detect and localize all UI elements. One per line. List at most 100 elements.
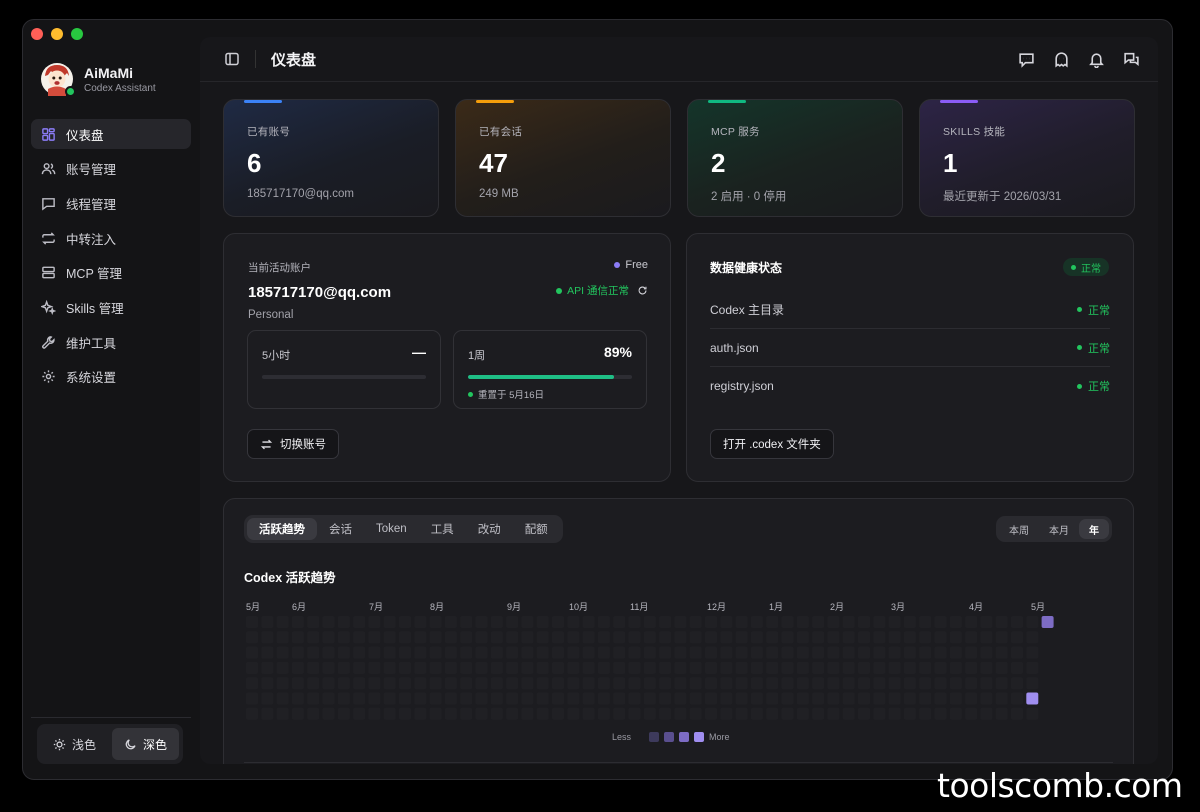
- heatmap-cell: [812, 677, 825, 690]
- message-icon[interactable]: [1018, 51, 1035, 68]
- heatmap-cell: [827, 661, 840, 674]
- bell-icon[interactable]: [1088, 51, 1105, 68]
- heatmap-cell: [643, 631, 656, 644]
- heatmap-cell: [536, 707, 549, 720]
- heatmap-cell: [490, 661, 503, 674]
- heatmap-cell: [643, 616, 656, 628]
- tab-quota[interactable]: 配额: [513, 518, 560, 540]
- heatmap-cell: [291, 707, 304, 720]
- heatmap-cell: [766, 616, 779, 628]
- plan-badge: Free: [614, 259, 648, 271]
- heatmap-cell: [919, 707, 932, 720]
- heatmap-cell: [965, 692, 978, 705]
- heatmap-cell: [536, 661, 549, 674]
- heatmap-cell: [888, 661, 901, 674]
- range-year[interactable]: 年: [1079, 519, 1109, 539]
- heatmap-cell: [643, 692, 656, 705]
- sidebar-item-mcp[interactable]: MCP 管理: [31, 258, 191, 288]
- reset-dot: [468, 391, 473, 397]
- health-row-name: registry.json: [710, 379, 774, 393]
- heatmap-cell: [444, 707, 457, 720]
- tab-activity-trend[interactable]: 活跃趋势: [247, 518, 317, 540]
- heatmap-cell: [322, 707, 335, 720]
- heatmap-cell: [291, 631, 304, 644]
- conversations-icon[interactable]: [1123, 51, 1140, 68]
- dark-theme-button[interactable]: 深色: [112, 728, 179, 760]
- heatmap-cell: [1026, 616, 1039, 628]
- heatmap-cell: [903, 631, 916, 644]
- health-row-status: 正常: [1077, 340, 1110, 356]
- heatmap-cell: [536, 646, 549, 659]
- sidebar-item-tools[interactable]: 维护工具: [31, 327, 191, 357]
- refresh-icon[interactable]: [637, 285, 648, 296]
- heatmap-cell: [368, 616, 381, 628]
- quota-title: 5小时: [262, 350, 291, 362]
- month-labels: 5月 6月 7月 8月 9月 10月 11月 12月 1月 2月 3月 4月 5…: [246, 600, 1113, 612]
- heatmap-cell: [720, 616, 733, 628]
- month-label: 6月: [292, 602, 307, 612]
- month-label: 4月: [969, 602, 984, 612]
- tab-changes[interactable]: 改动: [466, 518, 513, 540]
- heatmap-cell: [521, 631, 534, 644]
- heatmap-cell: [750, 677, 763, 690]
- wrench-icon: [42, 335, 55, 349]
- sidebar-item-settings[interactable]: 系统设置: [31, 362, 191, 392]
- sidebar-item-dashboard[interactable]: 仪表盘: [31, 119, 191, 149]
- moon-icon: [125, 738, 136, 749]
- heatmap-cell: [429, 661, 442, 674]
- heatmap-cell: [980, 616, 993, 628]
- tab-sessions[interactable]: 会话: [317, 518, 364, 540]
- heatmap-cell: [674, 646, 687, 659]
- sidebar: AiMaMi Codex Assistant 仪表盘 账号管理 线程管理 中转注…: [23, 20, 199, 779]
- heatmap-cell: [750, 707, 763, 720]
- heatmap-cell: [276, 616, 289, 628]
- quota-reset-label: 重置于 5月16日: [478, 390, 544, 401]
- open-codex-folder-button[interactable]: 打开 .codex 文件夹: [710, 429, 834, 459]
- heatmap-cell: [903, 677, 916, 690]
- heatmap-cell: [261, 677, 274, 690]
- sidebar-item-accounts[interactable]: 账号管理: [31, 154, 191, 184]
- health-row-name: Codex 主目录: [710, 303, 785, 317]
- sidebar-item-label: 线程管理: [66, 197, 117, 212]
- ghost-icon[interactable]: [1053, 51, 1070, 68]
- sidebar-item-skills[interactable]: Skills 管理: [31, 292, 191, 322]
- heatmap-cell-active: [1041, 616, 1054, 628]
- stat-card-mcp[interactable]: MCP 服务 2 2 启用 · 0 停用: [687, 99, 903, 217]
- heatmap-cell: [705, 677, 717, 690]
- heatmap-cell: [307, 661, 320, 674]
- stat-card-accounts[interactable]: 已有账号 6 185717170@qq.com: [223, 99, 439, 217]
- light-theme-button[interactable]: 浅色: [41, 728, 108, 760]
- heatmap-cell: [506, 707, 519, 720]
- heatmap-cell: [383, 677, 396, 690]
- status-dot: [1077, 345, 1082, 350]
- range-week[interactable]: 本周: [999, 519, 1039, 539]
- sidebar-toggle-icon[interactable]: [224, 51, 240, 67]
- tab-tools[interactable]: 工具: [419, 518, 466, 540]
- heatmap-cell: [735, 661, 748, 674]
- heatmap-cell: [276, 677, 289, 690]
- heatmap-cell: [735, 707, 748, 720]
- sidebar-item-label: 中转注入: [66, 232, 117, 247]
- heatmap-cell: [842, 631, 855, 644]
- heatmap-cell: [888, 692, 901, 705]
- heatmap-cell: [888, 631, 901, 644]
- range-month[interactable]: 本月: [1039, 519, 1079, 539]
- heatmap-cell: [980, 631, 993, 644]
- heatmap-cell: [246, 677, 258, 690]
- stat-card-skills[interactable]: SKILLS 技能 1 最近更新于 2026/03/31: [919, 99, 1135, 217]
- stat-label: SKILLS 技能: [943, 126, 1006, 138]
- sidebar-item-threads[interactable]: 线程管理: [31, 188, 191, 218]
- heatmap-cell: [796, 616, 809, 628]
- stat-card-sessions[interactable]: 已有会话 47 249 MB: [455, 99, 671, 217]
- heatmap-cell: [536, 631, 549, 644]
- heatmap-cell: [567, 677, 580, 690]
- heatmap-cell: [1011, 631, 1023, 644]
- tab-token[interactable]: Token: [364, 518, 419, 540]
- health-row: auth.json 正常: [710, 329, 1110, 367]
- heatmap-cell: [399, 646, 411, 659]
- heatmap-cell: [781, 646, 794, 659]
- heatmap-cell: [1026, 661, 1039, 674]
- sidebar-item-relay[interactable]: 中转注入: [31, 223, 191, 253]
- heatmap-cell: [567, 631, 580, 644]
- switch-account-button[interactable]: 切换账号: [247, 429, 339, 459]
